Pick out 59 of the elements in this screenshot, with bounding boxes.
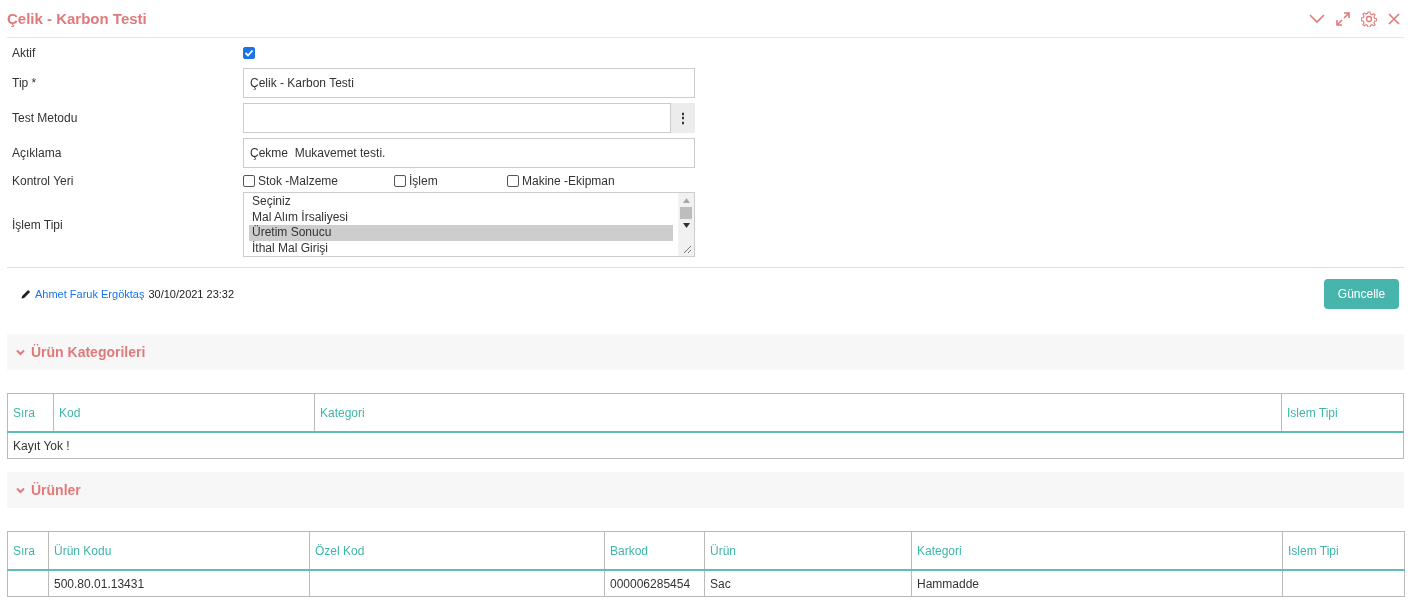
column-header[interactable]: Kategori (911, 531, 1283, 570)
settings-icon[interactable] (1361, 10, 1377, 27)
expand-icon[interactable] (1336, 11, 1350, 26)
field-label: Test Metodu (11, 110, 79, 125)
column-header[interactable]: Kod (53, 393, 315, 432)
active-checkbox[interactable] (243, 47, 255, 59)
list-option[interactable]: İthal Mal Girişi (249, 240, 673, 256)
input-field[interactable] (243, 102, 671, 133)
section-title: Ürünler (31, 482, 81, 498)
list-option[interactable]: Üretim Sonucu (249, 225, 673, 241)
checkbox[interactable] (507, 175, 519, 187)
column-header[interactable]: Ürün (704, 531, 912, 570)
scrollbar-thumb[interactable] (680, 207, 692, 219)
table-cell: 000006285454 (604, 570, 705, 597)
column-header[interactable]: Özel Kod (309, 531, 605, 570)
more-options-button[interactable]: ⋮ (671, 102, 695, 133)
user-link[interactable]: Ahmet Faruk Ergöktaş (35, 288, 145, 300)
checkbox[interactable] (243, 175, 255, 187)
checkbox-label[interactable]: Stok -Malzeme (258, 174, 339, 188)
field-label: İşlem Tipi (11, 217, 64, 232)
table-cell (7, 570, 49, 597)
timestamp: 30/10/2021 23:32 (148, 288, 235, 300)
input-field[interactable]: Çelik - Karbon Testi (243, 67, 695, 98)
column-header[interactable]: Sıra (7, 531, 49, 570)
table-cell: Hammadde (911, 570, 1283, 597)
checkbox[interactable] (394, 175, 406, 187)
field-label: Aktif (11, 46, 37, 60)
input-field[interactable]: Çekme Mukavemet testi. (243, 137, 695, 168)
section-header[interactable]: Ürünler (7, 472, 1404, 508)
collapse-chevron-icon[interactable] (1309, 13, 1325, 24)
scroll-down-arrow-icon[interactable] (682, 223, 690, 228)
table-cell: Sac (704, 570, 912, 597)
column-header[interactable]: Islem Tipi (1281, 393, 1404, 432)
field-label: Açıklama (11, 145, 63, 160)
list-box[interactable]: Seçiniz Mal Alım İrsaliyesi Üretim Sonucu İthal Mal Girişi (243, 192, 695, 257)
empty-message: Kayıt Yok ! (7, 432, 1404, 459)
field-label: Tip * (11, 75, 38, 90)
checkbox-label[interactable]: İşlem (409, 174, 438, 188)
chevron-icon (16, 486, 25, 494)
scroll-up-arrow-icon[interactable] (682, 198, 690, 203)
column-header[interactable]: Sıra (7, 393, 54, 432)
column-header[interactable]: Ürün Kodu (48, 531, 310, 570)
column-header[interactable]: Islem Tipi (1282, 531, 1405, 570)
table-cell: 500.80.01.13431 (48, 570, 310, 597)
checkbox-label[interactable]: Makine -Ekipman (522, 174, 615, 188)
list-option[interactable]: Mal Alım İrsaliyesi (249, 209, 673, 225)
update-button[interactable]: Güncelle (1324, 279, 1399, 309)
section-title: Ürün Kategorileri (31, 344, 146, 360)
section-header[interactable]: Ürün Kategorileri (7, 334, 1404, 370)
chevron-icon (16, 348, 25, 356)
column-header[interactable]: Kategori (314, 393, 1282, 432)
window-title: Çelik - Karbon Testi (7, 10, 147, 27)
scrollbar[interactable] (678, 193, 694, 256)
column-header[interactable]: Barkod (604, 531, 705, 570)
list-option[interactable]: Seçiniz (249, 194, 673, 210)
pencil-icon (21, 289, 31, 299)
resize-grip-icon[interactable] (683, 245, 692, 254)
close-icon[interactable] (1388, 12, 1400, 25)
field-label: Kontrol Yeri (11, 174, 75, 188)
